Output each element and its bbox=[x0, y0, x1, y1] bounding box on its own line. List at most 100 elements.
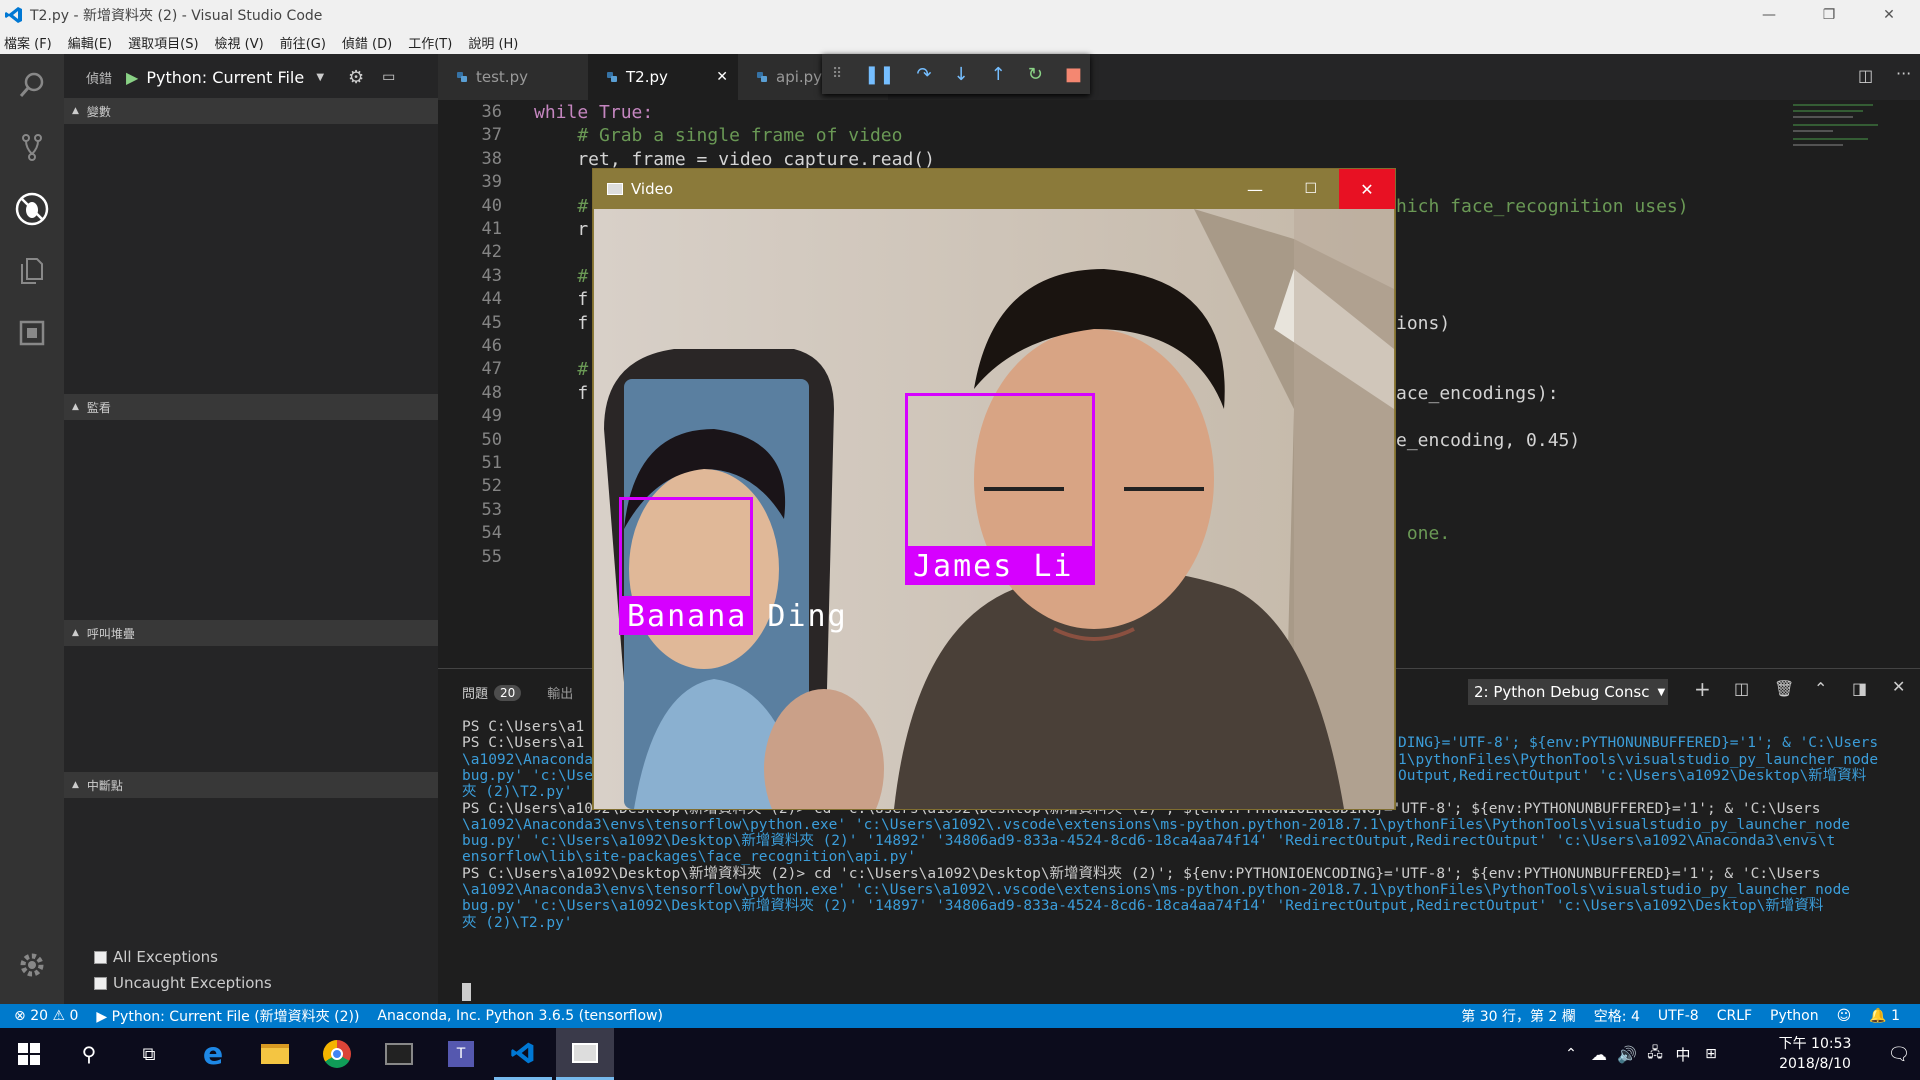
collapse-arrow-icon: ▲ bbox=[72, 402, 79, 412]
face-label-banana-ding: Banana Ding bbox=[619, 599, 846, 635]
notifications[interactable]: 🔔 1 bbox=[1869, 1008, 1900, 1024]
breakpoint-all-exceptions[interactable]: All Exceptions bbox=[94, 948, 218, 966]
run-config-status[interactable]: ▶ Python: Current File (新增資料夾 (2)) bbox=[96, 1006, 359, 1026]
interpreter-status[interactable]: Anaconda, Inc. Python 3.6.5 (tensorflow) bbox=[377, 1008, 663, 1024]
section-callstack[interactable]: ▲ 呼叫堆疊 bbox=[64, 620, 438, 646]
search-icon[interactable] bbox=[0, 54, 64, 116]
tab-t2-py[interactable]: T2.py ✕ bbox=[588, 54, 738, 100]
minimize-button[interactable]: — bbox=[1247, 180, 1263, 199]
step-out-icon[interactable]: ↑ bbox=[991, 64, 1006, 85]
section-breakpoints[interactable]: ▲ 中斷點 bbox=[64, 772, 438, 798]
minimize-button[interactable]: — bbox=[1740, 0, 1798, 30]
video-window[interactable]: Video — ☐ ✕ Banana Ding James Li bbox=[592, 168, 1396, 810]
line-ending[interactable]: CRLF bbox=[1717, 1008, 1752, 1024]
terminal-select[interactable]: 2: Python Debug Consc ▼ bbox=[1468, 679, 1668, 705]
search-icon[interactable]: ⚲ bbox=[60, 1028, 118, 1080]
problems-count-badge: 20 bbox=[494, 684, 522, 701]
encoding[interactable]: UTF-8 bbox=[1658, 1008, 1699, 1024]
code-line: ret, frame = video_capture.read() bbox=[534, 148, 935, 170]
trash-icon[interactable]: 🗑 bbox=[1774, 679, 1794, 698]
close-button[interactable]: ✕ bbox=[1860, 0, 1918, 30]
tab-test-py[interactable]: test.py bbox=[438, 54, 588, 100]
task-view-icon[interactable]: ⧉ bbox=[120, 1028, 178, 1080]
checkbox[interactable] bbox=[94, 976, 107, 990]
tab-output[interactable]: 輸出 bbox=[547, 683, 573, 702]
menu-edit[interactable]: 編輯(E) bbox=[68, 33, 112, 52]
step-over-icon[interactable]: ↷ bbox=[916, 64, 931, 85]
volume-icon[interactable]: 🔊 bbox=[1612, 1028, 1642, 1080]
code-line: f bbox=[534, 312, 589, 334]
minimap[interactable] bbox=[1793, 100, 1893, 260]
section-variables[interactable]: ▲ 變數 bbox=[64, 98, 438, 124]
split-terminal-icon[interactable]: ◫ bbox=[1734, 679, 1749, 698]
close-icon[interactable]: ✕ bbox=[716, 69, 728, 85]
maximize-button[interactable]: ☐ bbox=[1304, 181, 1317, 197]
menu-view[interactable]: 檢視 (V) bbox=[215, 33, 264, 52]
cursor-position[interactable]: 第 30 行，第 2 欄 bbox=[1461, 1006, 1576, 1026]
debug-icon[interactable] bbox=[0, 178, 64, 240]
status-bar: ⊗ 20 ⚠ 0 ▶ Python: Current File (新增資料夾 (… bbox=[0, 1004, 1920, 1028]
explorer-icon[interactable] bbox=[0, 240, 64, 302]
stop-icon[interactable]: ■ bbox=[1065, 64, 1082, 85]
breakpoint-uncaught-exceptions[interactable]: Uncaught Exceptions bbox=[94, 974, 272, 992]
panel-layout-icon[interactable]: ◨ bbox=[1852, 679, 1867, 698]
section-watch[interactable]: ▲ 監看 bbox=[64, 394, 438, 420]
terminal-app-icon[interactable] bbox=[370, 1028, 428, 1080]
menu-selection[interactable]: 選取項目(S) bbox=[128, 33, 198, 52]
pause-icon[interactable]: ❚❚ bbox=[864, 64, 894, 85]
restart-icon[interactable]: ↻ bbox=[1028, 64, 1043, 85]
action-center-icon[interactable]: 🗨 bbox=[1870, 1028, 1920, 1080]
new-terminal-icon[interactable]: + bbox=[1694, 677, 1711, 701]
indentation[interactable]: 空格: 4 bbox=[1594, 1006, 1640, 1026]
chrome-icon[interactable] bbox=[308, 1028, 366, 1080]
source-control-icon[interactable] bbox=[0, 116, 64, 178]
drag-handle-icon[interactable]: ⠿ bbox=[832, 66, 842, 82]
step-into-icon[interactable]: ↓ bbox=[954, 64, 969, 85]
close-panel-icon[interactable]: ✕ bbox=[1892, 677, 1905, 696]
window-app-icon bbox=[607, 183, 623, 195]
ime-indicator[interactable]: 中 bbox=[1668, 1028, 1698, 1080]
menu-file[interactable]: 檔案 (F) bbox=[4, 33, 52, 52]
video-titlebar[interactable]: Video — ☐ ✕ bbox=[593, 169, 1395, 209]
close-button[interactable]: ✕ bbox=[1339, 169, 1395, 209]
debug-toolbar: 偵錯 ▶ Python: Current File ▼ ⚙ ▭ bbox=[64, 54, 438, 100]
maximize-panel-icon[interactable]: ⌃ bbox=[1814, 679, 1827, 698]
chevron-down-icon[interactable]: ▼ bbox=[316, 72, 324, 83]
menu-go[interactable]: 前往(G) bbox=[280, 33, 326, 52]
restore-button[interactable]: ❐ bbox=[1800, 0, 1858, 30]
face-box-banana-ding bbox=[619, 497, 753, 599]
tab-label: api.py bbox=[776, 68, 823, 86]
menu-tasks[interactable]: 工作(T) bbox=[408, 33, 452, 52]
checkbox[interactable] bbox=[94, 950, 107, 964]
language-mode[interactable]: Python bbox=[1770, 1008, 1819, 1024]
line-number: 49 bbox=[481, 406, 502, 427]
menu-help[interactable]: 說明 (H) bbox=[468, 33, 518, 52]
debug-config-select[interactable]: Python: Current File bbox=[146, 68, 316, 87]
code-line: r bbox=[534, 219, 589, 240]
gear-icon[interactable]: ⚙ bbox=[348, 67, 364, 88]
ime-mode-icon[interactable]: ⊞ bbox=[1696, 1028, 1726, 1080]
vscode-taskbar-icon[interactable] bbox=[494, 1028, 552, 1080]
more-actions-icon[interactable]: ··· bbox=[1896, 64, 1911, 83]
line-number: 55 bbox=[481, 546, 502, 567]
edge-browser-icon[interactable]: e bbox=[184, 1028, 242, 1080]
split-editor-icon[interactable]: ◫ bbox=[1858, 66, 1873, 85]
feedback-smiley-icon[interactable]: ☺ bbox=[1837, 1008, 1852, 1024]
debug-console-icon[interactable]: ▭ bbox=[382, 69, 395, 85]
settings-gear-icon[interactable] bbox=[0, 934, 64, 996]
extensions-icon[interactable] bbox=[0, 302, 64, 364]
errors-status[interactable]: ⊗ 20 ⚠ 0 bbox=[14, 1008, 78, 1024]
onedrive-icon[interactable]: ☁ bbox=[1584, 1028, 1614, 1080]
debug-floating-toolbar: ⠿ ❚❚ ↷ ↓ ↑ ↻ ■ bbox=[822, 54, 1090, 94]
line-number: 50 bbox=[481, 429, 502, 450]
tray-chevron-icon[interactable]: ⌃ bbox=[1556, 1028, 1586, 1080]
windows-start-icon[interactable] bbox=[0, 1028, 58, 1080]
network-icon[interactable]: 🖧 bbox=[1640, 1028, 1670, 1080]
menu-debug[interactable]: 偵錯 (D) bbox=[342, 33, 392, 52]
file-explorer-icon[interactable] bbox=[246, 1028, 304, 1080]
clock[interactable]: 下午 10:53 2018/8/10 bbox=[1760, 1028, 1870, 1080]
tab-problems[interactable]: 問題 bbox=[462, 683, 488, 702]
teams-icon[interactable]: T bbox=[432, 1028, 490, 1080]
video-taskbar-icon[interactable] bbox=[556, 1028, 614, 1080]
start-debug-icon[interactable]: ▶ bbox=[126, 68, 138, 87]
